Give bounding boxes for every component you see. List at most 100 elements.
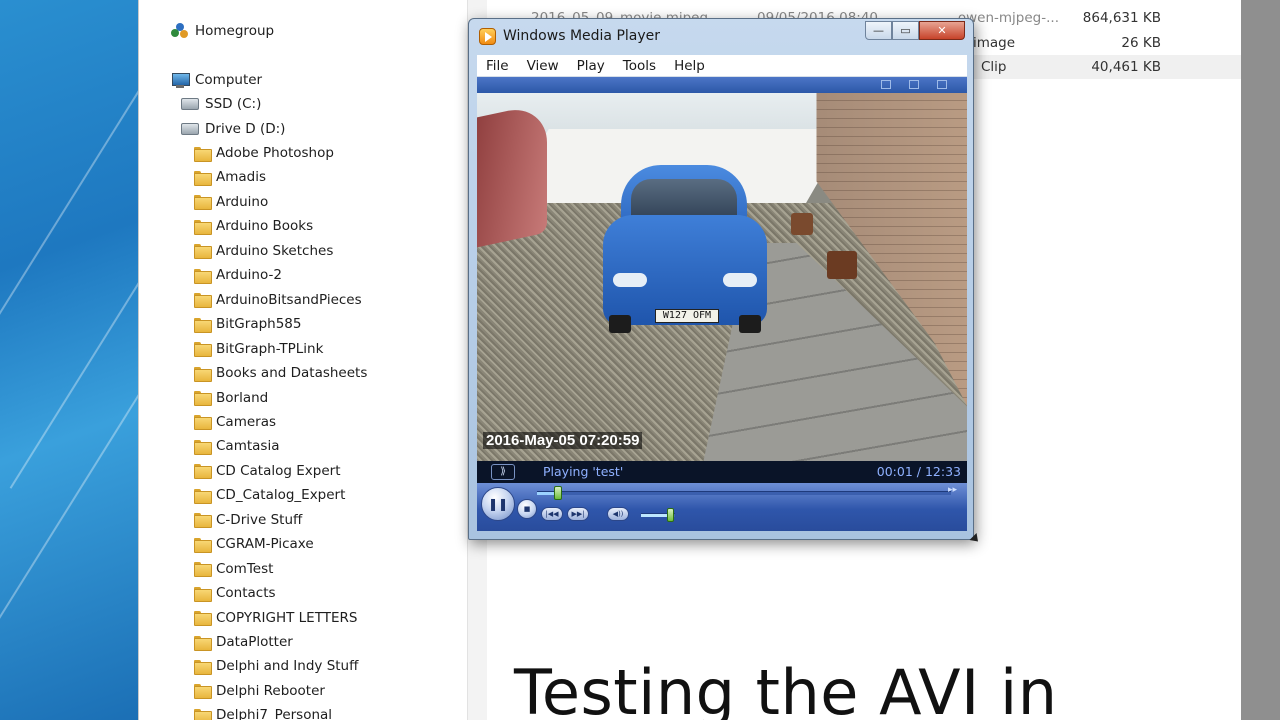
volume-thumb[interactable] bbox=[666, 508, 674, 522]
folder-icon bbox=[194, 293, 212, 309]
folder-icon bbox=[194, 659, 212, 675]
tree-item-folder[interactable]: Camtasia bbox=[194, 435, 279, 457]
tree-item-folder[interactable]: CD Catalog Expert bbox=[194, 460, 341, 482]
tree-item-drive-c[interactable]: SSD (C:) bbox=[181, 93, 261, 115]
tree-item-folder[interactable]: Cameras bbox=[194, 411, 276, 433]
folder-icon bbox=[194, 415, 212, 431]
tree-label: BitGraph-TPLink bbox=[216, 340, 324, 357]
tree-item-folder[interactable]: Delphi7_Personal bbox=[194, 704, 332, 720]
tree-label: Arduino Books bbox=[216, 218, 314, 235]
video-timestamp: 2016-May-05 07:20:59 bbox=[483, 432, 643, 449]
menu-view[interactable]: View bbox=[527, 58, 559, 74]
folder-icon bbox=[194, 219, 212, 235]
tree-item-folder[interactable]: C-Drive Stuff bbox=[194, 509, 302, 531]
switch-view-icon[interactable] bbox=[881, 80, 891, 89]
tree-label: DataPlotter bbox=[216, 634, 293, 650]
tree-label: Arduino bbox=[216, 193, 269, 210]
folder-icon bbox=[194, 586, 212, 602]
previous-button[interactable]: |◀◀ bbox=[541, 507, 563, 521]
mute-button[interactable]: ◀)) bbox=[607, 507, 629, 521]
tree-label: COPYRIGHT LETTERS bbox=[216, 609, 358, 626]
tree-item-folder[interactable]: BitGraph-TPLink bbox=[194, 338, 323, 360]
drive-icon bbox=[181, 98, 199, 110]
drive-icon bbox=[181, 123, 199, 135]
tree-label: Cameras bbox=[216, 413, 277, 430]
folder-icon bbox=[194, 391, 212, 406]
pause-button[interactable]: ❚❚ bbox=[481, 487, 515, 521]
desktop-background bbox=[0, 0, 138, 720]
tree-item-folder[interactable]: Delphi and Indy Stuff bbox=[194, 655, 358, 677]
tree-item-homegroup[interactable]: Homegroup bbox=[171, 20, 274, 42]
tree-item-folder[interactable]: CGRAM-Picaxe bbox=[194, 533, 314, 555]
tree-item-drive-d[interactable]: Drive D (D:) bbox=[181, 118, 285, 140]
switch-to-library-icon[interactable]: ⟫ bbox=[491, 464, 515, 480]
tree-item-folder[interactable]: Arduino Books bbox=[194, 215, 313, 237]
tree-item-folder[interactable]: Arduino-2 bbox=[194, 264, 282, 286]
desktop-background-right bbox=[1240, 0, 1280, 720]
tree-label: Camtasia bbox=[216, 438, 280, 455]
video-display[interactable]: W127 OFM 2016-May-05 07:20:59 bbox=[477, 93, 967, 461]
status-bar: ⟫ Playing 'test' 00:01 / 12:33 bbox=[477, 461, 967, 483]
tree-label: SSD (C:) bbox=[205, 96, 262, 112]
fullscreen-icon[interactable] bbox=[937, 80, 947, 89]
tree-label: Delphi7_Personal bbox=[216, 707, 333, 720]
tree-item-folder[interactable]: Amadis bbox=[194, 166, 266, 188]
tree-item-folder[interactable]: Delphi Rebooter bbox=[194, 680, 325, 702]
tree-label: CD Catalog Expert bbox=[216, 462, 341, 479]
close-button[interactable]: ✕ bbox=[919, 21, 965, 40]
tree-item-folder[interactable]: ArduinoBitsandPieces bbox=[194, 289, 362, 311]
seek-bar[interactable] bbox=[537, 486, 951, 500]
tree-item-folder[interactable]: COPYRIGHT LETTERS bbox=[194, 607, 357, 629]
tree-label: ArduinoBitsandPieces bbox=[216, 291, 362, 308]
menu-file[interactable]: File bbox=[486, 58, 509, 74]
tree-label: C-Drive Stuff bbox=[216, 511, 303, 528]
volume-slider[interactable] bbox=[641, 508, 675, 522]
tree-item-folder[interactable]: ComTest bbox=[194, 558, 273, 580]
tree-label: Computer bbox=[195, 72, 263, 88]
tree-item-computer[interactable]: Computer bbox=[171, 69, 262, 91]
tree-item-folder[interactable]: CD_Catalog_Expert bbox=[194, 484, 345, 506]
homegroup-icon bbox=[171, 23, 189, 39]
navigation-pane: Homegroup Computer SSD (C:) Drive D (D:)… bbox=[147, 0, 467, 720]
tree-label: Borland bbox=[216, 389, 269, 406]
title-bar[interactable]: Windows Media Player — ▭ ✕ bbox=[469, 19, 973, 51]
folder-icon bbox=[194, 513, 212, 529]
minimize-button[interactable]: — bbox=[865, 21, 892, 40]
resize-grip-icon[interactable] bbox=[970, 532, 982, 546]
folder-icon bbox=[194, 537, 212, 553]
menu-play[interactable]: Play bbox=[577, 58, 605, 74]
folder-icon bbox=[194, 195, 212, 211]
elapsed-time: 00:01 / 12:33 bbox=[876, 464, 961, 479]
tree-item-folder[interactable]: Arduino bbox=[194, 191, 268, 213]
folder-icon bbox=[194, 342, 212, 358]
seek-end-icon: ▸▸ bbox=[947, 485, 957, 495]
layout-icon[interactable] bbox=[909, 80, 919, 89]
tree-item-folder[interactable]: BitGraph585 bbox=[194, 313, 301, 335]
tree-item-folder[interactable]: DataPlotter bbox=[194, 631, 293, 653]
stop-button[interactable]: ■ bbox=[517, 499, 537, 519]
tree-item-folder[interactable]: Books and Datasheets bbox=[194, 362, 367, 384]
tree-item-folder[interactable]: Borland bbox=[194, 387, 268, 409]
next-button[interactable]: ▶▶| bbox=[567, 507, 589, 521]
menu-tools[interactable]: Tools bbox=[623, 58, 656, 74]
maximize-button[interactable]: ▭ bbox=[892, 21, 919, 40]
tree-label: Contacts bbox=[216, 585, 276, 602]
folder-icon bbox=[194, 366, 212, 382]
folder-icon bbox=[194, 684, 212, 700]
file-type: Clip bbox=[981, 59, 1007, 75]
folder-icon bbox=[194, 244, 212, 260]
tree-label: Arduino Sketches bbox=[216, 242, 334, 259]
tree-label: Delphi and Indy Stuff bbox=[216, 658, 359, 675]
seek-thumb[interactable] bbox=[553, 486, 562, 500]
media-player-logo-icon bbox=[479, 28, 496, 45]
tree-label: Delphi Rebooter bbox=[216, 682, 325, 699]
tree-item-folder[interactable]: Arduino Sketches bbox=[194, 240, 333, 262]
file-size: 40,461 KB bbox=[1091, 59, 1161, 75]
folder-icon bbox=[194, 146, 212, 162]
menu-help[interactable]: Help bbox=[674, 58, 705, 74]
tree-label: Books and Datasheets bbox=[216, 365, 368, 382]
tree-label: BitGraph585 bbox=[216, 316, 302, 333]
tree-item-folder[interactable]: Contacts bbox=[194, 582, 276, 604]
tree-label: Arduino-2 bbox=[216, 267, 282, 284]
tree-item-folder[interactable]: Adobe Photoshop bbox=[194, 142, 334, 164]
